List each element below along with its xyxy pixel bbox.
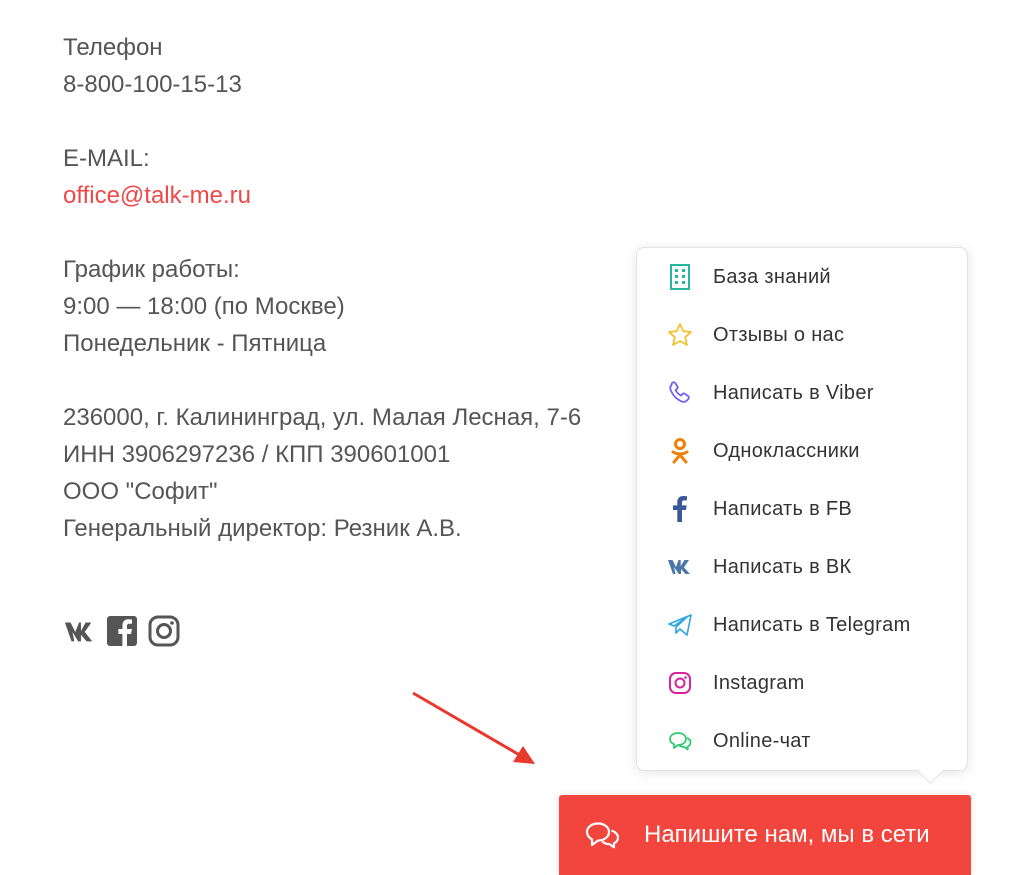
menu-item-label: Написать в Viber [713, 381, 874, 404]
menu-item-label: Отзывы о нас [713, 323, 845, 346]
social-links [63, 614, 181, 648]
pointer-arrow [412, 691, 535, 764]
menu-item-reviews[interactable]: Отзывы о нас [637, 306, 967, 364]
star-icon [667, 322, 693, 348]
facebook-icon[interactable] [105, 614, 139, 648]
odnoklassniki-icon [667, 438, 693, 464]
menu-item-telegram[interactable]: Написать в Telegram [637, 596, 967, 654]
chat-bubbles-icon [667, 728, 693, 754]
schedule-days: Понедельник - Пятница [63, 330, 327, 357]
schedule-hours: 9:00 — 18:00 (по Москве) [63, 293, 345, 320]
phone-number[interactable]: 8-800-100-15-13 [63, 66, 581, 103]
menu-item-instagram[interactable]: Instagram [637, 654, 967, 712]
phone-label: Телефон [63, 34, 163, 61]
email-link[interactable]: office@talk-me.ru [63, 177, 581, 214]
menu-item-vk[interactable]: Написать в ВК [637, 538, 967, 596]
menu-item-viber[interactable]: Написать в Viber [637, 364, 967, 422]
menu-item-online-chat[interactable]: Online-чат [637, 712, 967, 770]
menu-item-label: Одноклассники [713, 439, 860, 462]
viber-phone-icon [667, 380, 693, 406]
email-label: E-MAIL: [63, 145, 150, 172]
chat-open-button[interactable]: Напишите нам, мы в сети [559, 795, 971, 875]
instagram-icon [667, 670, 693, 696]
menu-item-label: Instagram [713, 671, 805, 694]
menu-item-label: Написать в FB [713, 497, 853, 520]
address: 236000, г. Калининград, ул. Малая Лесная… [63, 404, 582, 431]
director: Генеральный директор: Резник А.В. [63, 515, 462, 542]
instagram-icon[interactable] [147, 614, 181, 648]
schedule-label: График работы: [63, 256, 240, 283]
facebook-icon [667, 496, 693, 522]
company-name: ООО "Софит" [63, 478, 218, 505]
chat-button-label: Напишите нам, мы в сети [644, 821, 930, 848]
contact-info: Телефон 8-800-100-15-13 E-MAIL: office@t… [63, 29, 581, 547]
contact-menu: База знаний Отзывы о нас Написать в Vibe… [636, 247, 968, 771]
menu-item-label: Написать в ВК [713, 555, 852, 578]
menu-item-odnoklassniki[interactable]: Одноклассники [637, 422, 967, 480]
building-icon [667, 264, 693, 290]
vk-icon[interactable] [63, 614, 97, 648]
menu-item-label: Написать в Telegram [713, 613, 911, 636]
menu-item-knowledge-base[interactable]: База знаний [637, 248, 967, 306]
menu-item-facebook[interactable]: Написать в FB [637, 480, 967, 538]
vk-icon [667, 554, 693, 580]
telegram-icon [667, 612, 693, 638]
inn-kpp: ИНН 3906297236 / КПП 390601001 [63, 441, 451, 468]
chat-bubbles-icon [583, 815, 623, 855]
menu-item-label: Online-чат [713, 729, 811, 752]
menu-item-label: База знаний [713, 265, 831, 288]
